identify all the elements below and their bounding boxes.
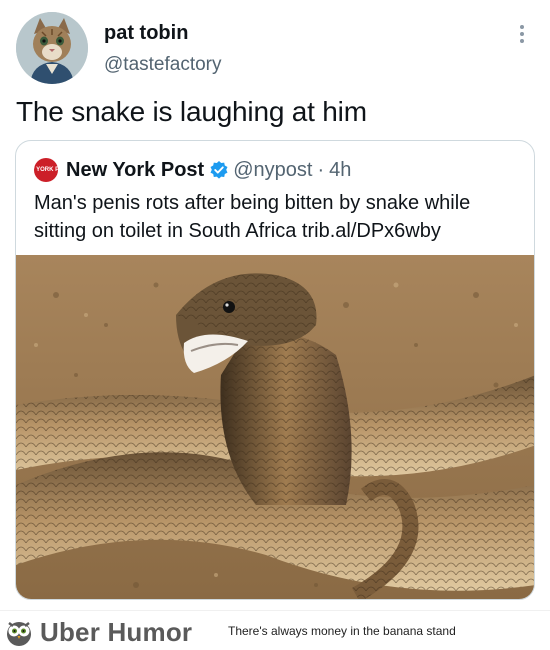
more-options-icon[interactable] (512, 22, 532, 46)
author-handle[interactable]: @tastefactory (104, 54, 222, 76)
quoted-tweet-text: Man's penis rots after being bitten by s… (34, 192, 471, 242)
owl-logo-icon[interactable] (4, 617, 34, 647)
quoted-timestamp[interactable]: 4h (329, 159, 351, 182)
cat-avatar-icon[interactable] (16, 12, 88, 84)
nypost-logo-text: NEW YORK POST (20, 167, 72, 173)
nypost-logo-icon[interactable]: NEW YORK POST (21, 158, 71, 182)
quoted-tweet-header: NEW YORK POST New York Post @nypost · 4h (21, 157, 351, 183)
author-display-name[interactable]: pat tobin (104, 22, 188, 45)
quoted-author-handle[interactable]: @nypost (233, 159, 312, 182)
brand-name[interactable]: Uber Humor (40, 617, 192, 648)
quoted-author-name[interactable]: New York Post (66, 159, 204, 182)
separator-dot: · (317, 158, 325, 181)
tweet-text: The snake is laughing at him (16, 96, 367, 127)
verified-badge-icon (209, 160, 229, 180)
cobra-snake-photo[interactable] (16, 255, 534, 599)
brand-tagline: There's always money in the banana stand (228, 624, 456, 638)
quoted-tweet[interactable]: NEW YORK POST New York Post @nypost · 4h… (15, 140, 535, 600)
tweet-card: pat tobin @tastefactory The snake is lau… (0, 0, 550, 610)
site-footer: Uber Humor There's always money in the b… (0, 610, 550, 650)
